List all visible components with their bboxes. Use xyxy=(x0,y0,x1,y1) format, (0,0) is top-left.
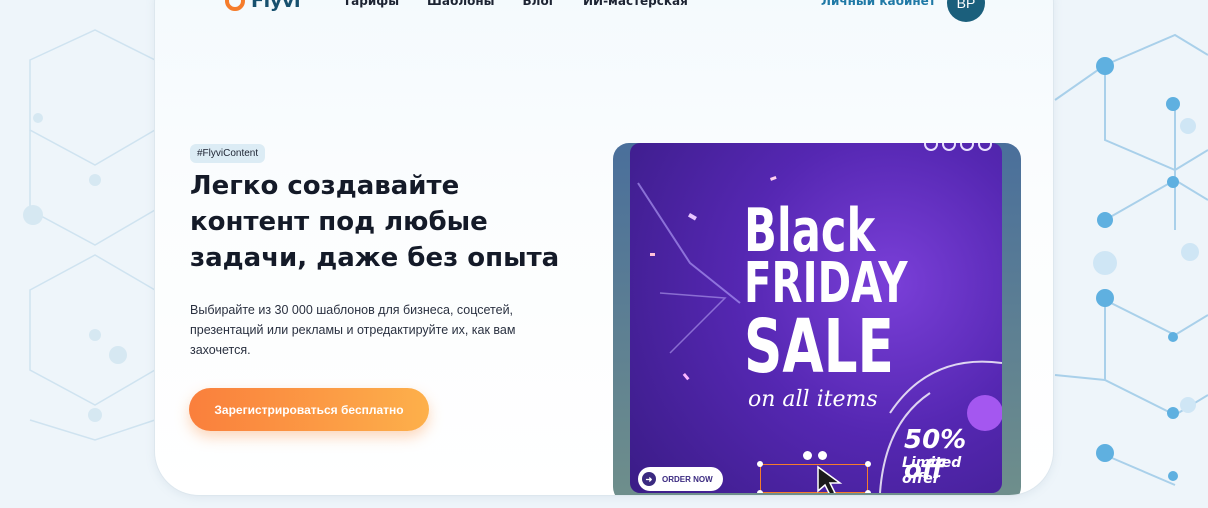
social-icons xyxy=(924,143,992,151)
main-menu: Тарифы Шаблоны Блог ИИ-мастерская xyxy=(343,0,688,8)
hero-card: Flyvi Тарифы Шаблоны Блог ИИ-мастерская … xyxy=(155,0,1053,495)
poster-script-text: on all items xyxy=(748,387,878,412)
cursor-icon xyxy=(817,465,843,493)
account-link[interactable]: Личный кабинет xyxy=(821,0,936,8)
template-poster[interactable]: Black FRIDAY SALE on all items 50% off L… xyxy=(630,143,1002,493)
logo[interactable]: Flyvi xyxy=(225,0,301,12)
signup-button[interactable]: Зарегистрироваться бесплатно xyxy=(189,388,429,431)
logo-text: Flyvi xyxy=(251,0,301,12)
arrow-right-icon: ➜ xyxy=(642,472,656,486)
editor-preview[interactable]: Black FRIDAY SALE on all items 50% off L… xyxy=(613,143,1021,495)
limited-offer-text: Limited offer xyxy=(902,455,962,487)
order-now-button[interactable]: ➜ ORDER NOW xyxy=(638,467,723,491)
hashtag-badge: #FlyviContent xyxy=(190,144,266,163)
element-controls[interactable] xyxy=(803,451,827,460)
nav-item-templates[interactable]: Шаблоны xyxy=(427,0,494,8)
title-line: задачи, даже без опыта xyxy=(190,243,560,273)
title-line: Легко создавайте xyxy=(190,171,460,201)
nav-item-blog[interactable]: Блог xyxy=(523,0,555,8)
page-title: Легко создавайте контент под любые задач… xyxy=(190,168,610,276)
description-line: презентаций или рекламы и отредактируйте… xyxy=(190,323,516,337)
logo-icon xyxy=(225,0,245,11)
title-line: контент под любые xyxy=(190,207,488,237)
description-line: Выбирайте из 30 000 шаблонов для бизнеса… xyxy=(190,303,514,317)
description-line: захочется. xyxy=(190,343,251,357)
hero-description: Выбирайте из 30 000 шаблонов для бизнеса… xyxy=(190,300,590,360)
nav-item-ai-workshop[interactable]: ИИ-мастерская xyxy=(583,0,688,8)
avatar[interactable]: BP xyxy=(947,0,985,22)
order-now-label: ORDER NOW xyxy=(662,474,713,484)
poster-line-sale: SALE xyxy=(744,304,894,390)
nav-item-pricing[interactable]: Тарифы xyxy=(343,0,399,8)
